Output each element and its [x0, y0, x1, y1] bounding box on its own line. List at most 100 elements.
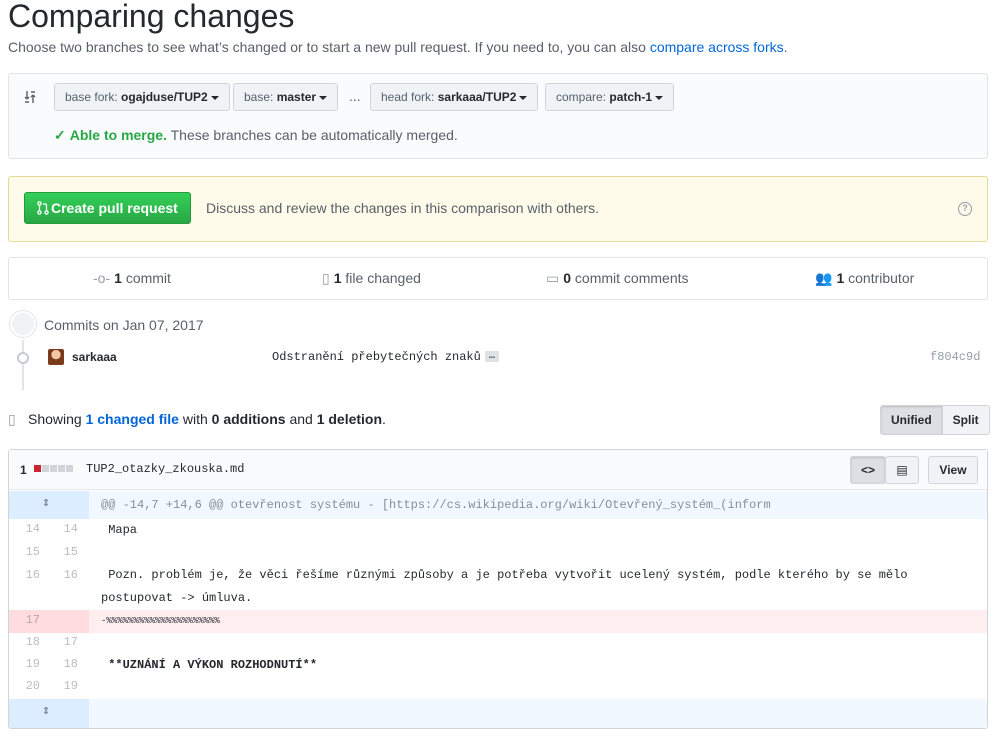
people-icon: 👥 [815, 270, 833, 286]
commits-heading: Commits on Jan 07, 2017 [44, 317, 204, 333]
unified-view-button[interactable]: Unified [881, 406, 943, 434]
chevron-down-icon [519, 95, 528, 100]
diff-summary: Showing 1 changed file with 0 additions … [28, 411, 386, 427]
file-name[interactable]: TUP2_otazky_zkouska.md [86, 462, 244, 476]
stat-commits[interactable]: -o- 1 commit [93, 270, 171, 286]
chevron-down-icon [655, 95, 664, 100]
stat-files-label: file changed [345, 270, 421, 286]
changed-files-link[interactable]: 1 changed file [86, 411, 179, 427]
diffstat-block [34, 465, 41, 472]
new-line-number[interactable]: 17 [38, 635, 78, 649]
stat-files[interactable]: ▯ 1 file changed [322, 270, 421, 287]
commit-message-text: Odstranění přebytečných znaků [272, 350, 481, 364]
help-icon[interactable]: ? [958, 202, 972, 216]
old-line-number[interactable]: 14 [0, 522, 40, 536]
diff-line: 18 17 [9, 633, 987, 654]
stat-comments-count: 0 [563, 270, 572, 286]
new-line-number[interactable]: 15 [38, 545, 78, 559]
summary-deletions: 1 deletion [316, 411, 383, 427]
merge-status-bold: Able to merge. [69, 127, 167, 143]
source-diff-button[interactable]: <> [850, 456, 886, 484]
new-line-number[interactable]: 19 [38, 679, 78, 693]
old-line-number[interactable]: 17 [0, 613, 40, 627]
rich-diff-button[interactable]: ▤ [885, 456, 919, 484]
old-line-number[interactable]: 20 [0, 679, 40, 693]
stat-files-count: 1 [333, 270, 342, 286]
create-pr-description: Discuss and review the changes in this c… [206, 200, 599, 216]
diff-line: 16 16 Pozn. problém je, že věci řešíme r… [9, 564, 987, 610]
diff-line-deleted: 17 -%%%%%%%%%%%%%%%%%%%%% [9, 610, 987, 633]
commit-icon: -o- [93, 270, 111, 286]
diff-line: 20 19 [9, 677, 987, 699]
summary-additions: 0 additions [211, 411, 286, 427]
line-code: **UZNÁNÍ A VÝKON ROZHODNUTÍ** [101, 658, 318, 672]
base-value: master [276, 90, 317, 104]
chevron-down-icon [319, 95, 328, 100]
range-ellipsis: ... [349, 88, 361, 104]
subtitle-text: Choose two branches to see what’s change… [8, 39, 646, 55]
comment-icon: ▭ [546, 270, 560, 286]
check-icon: ✓ [54, 127, 66, 143]
commit-message[interactable]: Odstranění přebytečných znaků… [272, 350, 499, 364]
base-fork-value: ogajduse/TUP2 [121, 90, 208, 104]
summary-with: with [182, 411, 208, 427]
commit-author[interactable]: sarkaaa [72, 350, 117, 364]
hunk-footer: ⇕ [9, 699, 987, 728]
create-pull-request-button[interactable]: Create pull request [24, 192, 191, 224]
diffstat-block [58, 465, 65, 472]
file-change-count: 1 [20, 463, 27, 477]
new-line-number[interactable]: 14 [38, 522, 78, 536]
commit-sha[interactable]: f804c9d [930, 350, 980, 364]
code-icon: <> [860, 463, 875, 477]
stat-contributors-count: 1 [836, 270, 845, 286]
page-subtitle: Choose two branches to see what’s change… [8, 39, 788, 55]
diffstat-block [66, 465, 73, 472]
diffstat-block [50, 465, 57, 472]
stat-contributors-label: contributor [848, 270, 915, 286]
merge-status-text: These branches can be automatically merg… [170, 127, 458, 143]
line-code: Pozn. problém je, že věci řešíme různými… [101, 568, 915, 605]
hunk-header-text: @@ -14,7 +14,6 @@ otevřenost systému - [… [101, 498, 771, 512]
expand-icon[interactable]: ⇕ [42, 495, 50, 510]
stat-commits-label: commit [125, 270, 171, 286]
pull-request-icon [37, 201, 49, 215]
compare-arrows-icon [24, 91, 36, 103]
commit-expander[interactable]: … [484, 351, 499, 363]
diff-line: 14 14 Mapa [9, 519, 987, 542]
split-view-button[interactable]: Split [942, 406, 989, 434]
diffstat-block [42, 465, 49, 472]
new-line-number[interactable]: 18 [38, 657, 78, 671]
chevron-down-icon [210, 95, 219, 100]
file-text-icon: ▤ [896, 463, 908, 477]
head-fork-label: head fork: [381, 90, 435, 104]
diff-line: 19 18 **UZNÁNÍ A VÝKON ROZHODNUTÍ** [9, 654, 987, 677]
summary-prefix: Showing [28, 411, 82, 427]
base-fork-select[interactable]: base fork: ogajduse/TUP2 [54, 83, 230, 111]
head-fork-value: sarkaaa/TUP2 [437, 90, 517, 104]
base-branch-select[interactable]: base: master [233, 83, 339, 111]
line-code: Mapa [101, 523, 138, 537]
compare-branch-select[interactable]: compare: patch-1 [545, 83, 675, 111]
hunk-header: ⇕ @@ -14,7 +14,6 @@ otevřenost systému -… [9, 491, 987, 519]
stat-comments-label: commit comments [574, 270, 689, 286]
diff-line: 15 15 [9, 542, 987, 564]
timeline-line [22, 340, 24, 390]
merge-status: ✓ Able to merge. These branches can be au… [54, 127, 458, 144]
head-fork-select[interactable]: head fork: sarkaaa/TUP2 [370, 83, 539, 111]
view-file-button[interactable]: View [928, 456, 978, 484]
stat-contributors[interactable]: 👥 1 contributor [815, 270, 914, 287]
avatar[interactable] [48, 349, 64, 365]
old-line-number[interactable]: 18 [0, 635, 40, 649]
stat-comments[interactable]: ▭ 0 commit comments [546, 270, 689, 287]
diff-view-toggle: Unified Split [880, 405, 990, 435]
new-line-number[interactable]: 16 [38, 568, 78, 582]
repo-push-icon [10, 311, 36, 337]
create-pr-label: Create pull request [51, 200, 178, 216]
compare-value: patch-1 [609, 90, 653, 104]
compare-across-forks-link[interactable]: compare across forks [650, 39, 784, 55]
old-line-number[interactable]: 16 [0, 568, 40, 582]
page-title: Comparing changes [8, 0, 295, 34]
old-line-number[interactable]: 19 [0, 657, 40, 671]
old-line-number[interactable]: 15 [0, 545, 40, 559]
expand-icon[interactable]: ⇕ [42, 703, 50, 718]
